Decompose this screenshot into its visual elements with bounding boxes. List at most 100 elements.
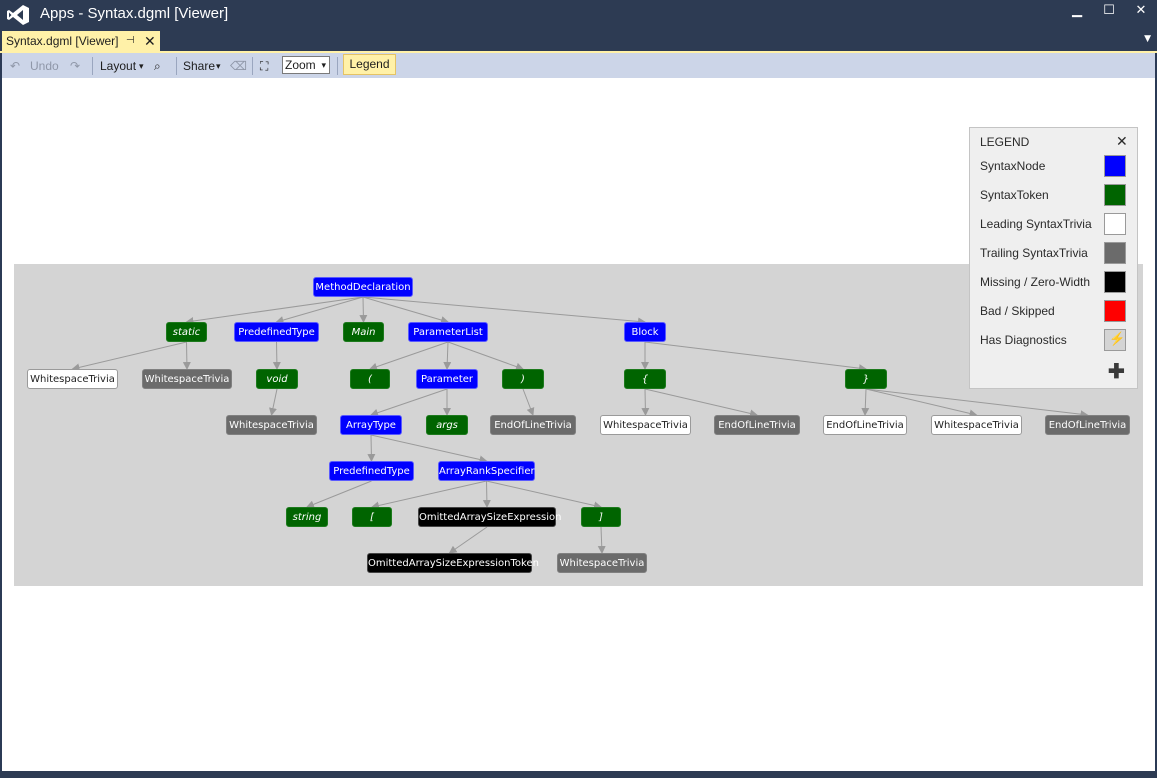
graph-node-rbrace[interactable]: } bbox=[845, 369, 887, 389]
undo-icon[interactable]: ↶ bbox=[10, 57, 20, 75]
legend-close-icon[interactable]: ✕ bbox=[1116, 133, 1128, 150]
legend-color-swatch[interactable] bbox=[1104, 300, 1126, 322]
edge-atype-arank bbox=[370, 434, 488, 464]
edge-plist-rparen bbox=[447, 341, 524, 371]
graph-node-rparen[interactable]: ) bbox=[502, 369, 544, 389]
graph-node-plist[interactable]: ParameterList bbox=[408, 322, 488, 342]
legend-item-label[interactable]: Trailing SyntaxTrivia bbox=[980, 246, 1088, 260]
graph-node-lparen[interactable]: ( bbox=[350, 369, 390, 389]
layout-button[interactable]: Layout bbox=[100, 57, 136, 75]
legend-item-label[interactable]: SyntaxToken bbox=[980, 188, 1049, 202]
graph-node-lbrack[interactable]: [ bbox=[352, 507, 392, 527]
graph-node-ptype2[interactable]: PredefinedType bbox=[329, 461, 414, 481]
legend-panel: LEGEND ✕ SyntaxNode SyntaxToken Leading Sy… bbox=[969, 127, 1138, 389]
bottom-border bbox=[0, 771, 1157, 778]
edge-rbrack-ws6 bbox=[597, 526, 606, 554]
graph-node-static[interactable]: static bbox=[166, 322, 207, 342]
edge-atype-ptype2 bbox=[367, 434, 376, 462]
find-icon[interactable]: ⌕ bbox=[154, 57, 161, 75]
graph-node-param[interactable]: Parameter bbox=[416, 369, 478, 389]
share-dropdown-icon[interactable]: ▾ bbox=[216, 57, 221, 75]
layout-dropdown-icon[interactable]: ▾ bbox=[139, 57, 144, 75]
window-title: Apps - Syntax.dgml [Viewer] bbox=[40, 5, 229, 22]
edge-method-ptype1 bbox=[275, 296, 364, 324]
edge-block-rbrace bbox=[644, 341, 867, 373]
share-button[interactable]: Share bbox=[183, 57, 215, 75]
graph-node-eol1[interactable]: EndOfLineTrivia bbox=[490, 415, 576, 435]
graph-node-ws5[interactable]: WhitespaceTrivia bbox=[931, 415, 1022, 435]
zoom-dropdown[interactable]: Zoom ▾ bbox=[282, 56, 330, 74]
graph-node-method[interactable]: MethodDeclaration bbox=[313, 277, 413, 297]
legend-toggle-button[interactable]: Legend bbox=[343, 54, 396, 75]
edge-static-ws2 bbox=[182, 341, 191, 370]
tab-list-dropdown-icon[interactable]: ▼ bbox=[1144, 34, 1151, 44]
legend-color-swatch[interactable] bbox=[1104, 184, 1126, 206]
edge-ptype2-string bbox=[306, 480, 372, 509]
graph-node-eol3[interactable]: EndOfLineTrivia bbox=[823, 415, 907, 435]
legend-item-label[interactable]: Leading SyntaxTrivia bbox=[980, 217, 1092, 231]
edge-arank-rbrack bbox=[486, 480, 602, 510]
edge-lbrace-ws4 bbox=[641, 388, 650, 416]
edge-param-atype bbox=[370, 388, 448, 417]
edge-rparen-eol1 bbox=[522, 388, 535, 416]
graph-node-void[interactable]: void bbox=[256, 369, 298, 389]
maximize-button[interactable]: ☐ bbox=[1093, 0, 1125, 24]
dgml-toolbar: ↶ Undo ↷ Layout ▾ ⌕ Share ▾ ⌫ ⛶ Zoom ▾ L… bbox=[2, 53, 1155, 78]
legend-item-label[interactable]: Bad / Skipped bbox=[980, 304, 1055, 318]
toolbar-separator bbox=[176, 57, 177, 75]
legend-item-label[interactable]: Has Diagnostics bbox=[980, 333, 1067, 347]
tab-syntax-dgml[interactable]: Syntax.dgml [Viewer] ⊣ ✕ bbox=[2, 31, 160, 51]
tab-label: Syntax.dgml [Viewer] bbox=[6, 34, 119, 48]
toolbar-separator bbox=[252, 57, 253, 75]
close-window-button[interactable]: ✕ bbox=[1125, 0, 1157, 24]
redo-icon[interactable]: ↷ bbox=[70, 57, 80, 75]
graph-node-ptype1[interactable]: PredefinedType bbox=[234, 322, 319, 342]
legend-color-swatch[interactable] bbox=[1104, 213, 1126, 235]
graph-canvas[interactable]: MethodDeclaration static PredefinedType Mai… bbox=[2, 78, 1155, 771]
legend-color-swatch[interactable] bbox=[1104, 242, 1126, 264]
legend-item-label[interactable]: Missing / Zero-Width bbox=[980, 275, 1090, 289]
undo-button[interactable]: Undo bbox=[30, 57, 59, 75]
edge-omitexpr-omittok bbox=[448, 526, 488, 554]
comment-icon[interactable]: ⌫ bbox=[230, 57, 247, 75]
legend-diagnostics-swatch[interactable]: ⚡ bbox=[1104, 329, 1126, 351]
graph-node-arank[interactable]: ArrayRankSpecifier bbox=[438, 461, 535, 481]
lightning-icon: ⚡ bbox=[1109, 331, 1126, 346]
graph-node-ws3[interactable]: WhitespaceTrivia bbox=[226, 415, 317, 435]
graph-node-ws1[interactable]: WhitespaceTrivia bbox=[27, 369, 118, 389]
edge-arank-lbrack bbox=[371, 480, 487, 510]
pin-icon[interactable]: ⊣ bbox=[126, 31, 135, 51]
zoom-to-fit-icon[interactable]: ⛶ bbox=[260, 57, 268, 75]
edge-method-static bbox=[185, 296, 364, 325]
edge-void-ws3 bbox=[269, 388, 278, 416]
graph-node-eol4[interactable]: EndOfLineTrivia bbox=[1045, 415, 1130, 435]
legend-color-swatch[interactable] bbox=[1104, 271, 1126, 293]
add-legend-item-icon[interactable]: ✚ bbox=[1108, 362, 1125, 382]
graph-node-ws2[interactable]: WhitespaceTrivia bbox=[142, 369, 232, 389]
edge-static-ws1 bbox=[71, 341, 187, 372]
graph-node-block[interactable]: Block bbox=[624, 322, 666, 342]
tab-close-icon[interactable]: ✕ bbox=[144, 31, 156, 51]
legend-item-label[interactable]: SyntaxNode bbox=[980, 159, 1045, 173]
graph-node-rbrack[interactable]: ] bbox=[581, 507, 621, 527]
minimize-button[interactable]: ▁ bbox=[1061, 0, 1093, 24]
graph-node-args[interactable]: args bbox=[426, 415, 468, 435]
graph-node-eol2[interactable]: EndOfLineTrivia bbox=[714, 415, 800, 435]
legend-color-swatch[interactable] bbox=[1104, 155, 1126, 177]
visual-studio-logo-icon bbox=[7, 5, 29, 25]
graph-node-omitexpr[interactable]: OmittedArraySizeExpression bbox=[418, 507, 561, 527]
graph-node-lbrace[interactable]: { bbox=[624, 369, 666, 389]
edge-plist-param bbox=[443, 341, 452, 370]
graph-node-main[interactable]: Main bbox=[343, 322, 384, 342]
graph-node-ws4[interactable]: WhitespaceTrivia bbox=[600, 415, 691, 435]
zoom-dropdown-icon: ▾ bbox=[321, 60, 326, 70]
edge-rbrace-ws5 bbox=[865, 388, 978, 418]
edge-method-main bbox=[359, 296, 368, 323]
toolbar-separator bbox=[337, 57, 338, 75]
graph-node-ws6[interactable]: WhitespaceTrivia bbox=[557, 553, 647, 573]
edge-plist-lparen bbox=[369, 341, 449, 371]
graph-node-string[interactable]: string bbox=[286, 507, 328, 527]
graph-node-atype[interactable]: ArrayType bbox=[340, 415, 402, 435]
zoom-value: Zoom bbox=[285, 58, 316, 72]
graph-node-omittok[interactable]: OmittedArraySizeExpressionToken bbox=[367, 553, 539, 573]
